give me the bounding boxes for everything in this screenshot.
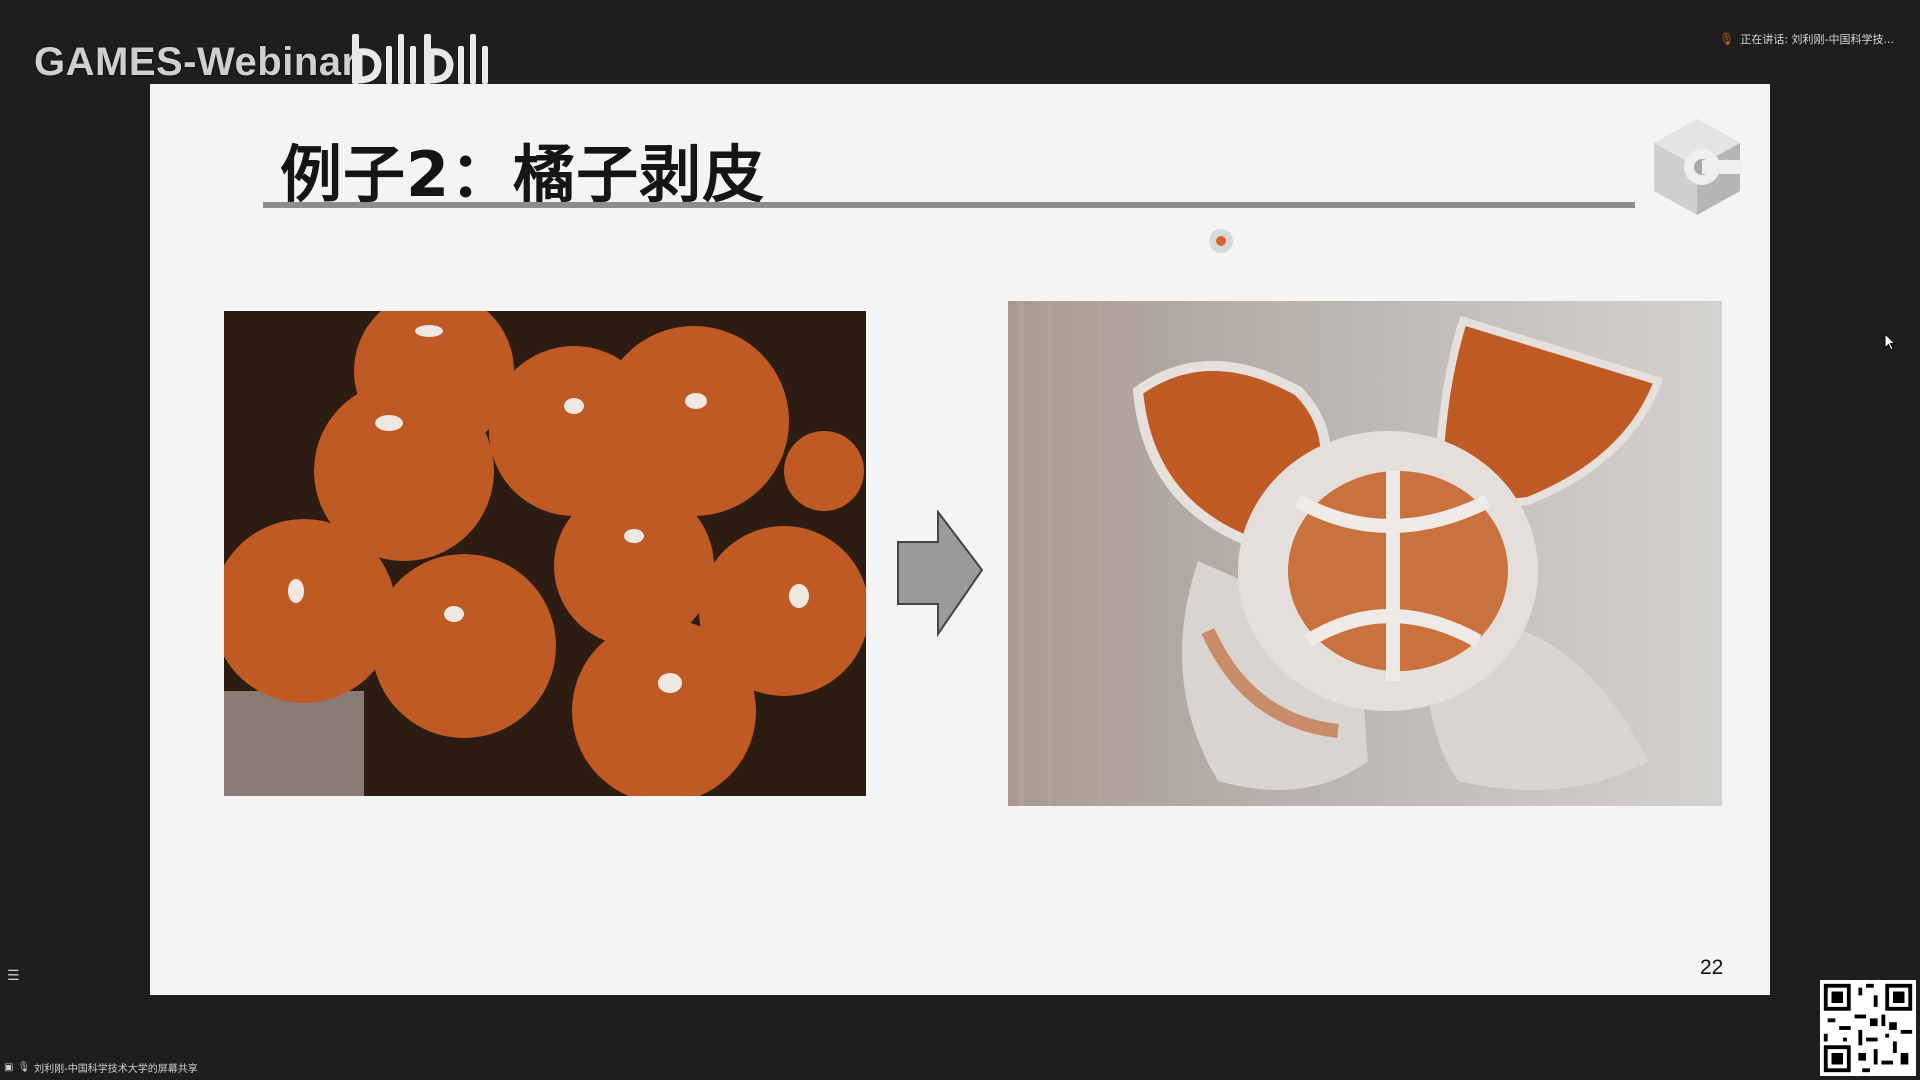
page-number: 22 [1700,956,1724,979]
slide-title: 例子2：橘子剥皮 [280,138,766,211]
screen-share-status: ▣ 🎙 刘利刚-中国科学技术大学的屏幕共享 [4,1060,198,1075]
bilibili-logo [352,34,488,84]
games-logo-icon [1654,119,1742,215]
right-arrow-icon [897,510,984,638]
list-menu-icon[interactable]: ☰ [7,968,20,984]
peeled-orange-photo [1008,301,1722,806]
games-webinar-watermark: GAMES-Webinar [34,40,358,84]
share-mic-icon: 🎙 [17,1062,31,1073]
oranges-photo [224,311,866,796]
laser-pointer-icon [1209,229,1233,253]
mouse-cursor-icon [1884,333,1896,351]
microphone-icon: 🎙 [1719,32,1735,46]
presentation-slide: 例子2：橘子剥皮 22 [150,84,1770,995]
screen-share-icon: ▣ [4,1062,14,1073]
qr-code [1820,980,1916,1076]
speaker-status: 🎙 正在讲话: 刘利刚-中国科学技... [1719,31,1894,47]
screen-share-text: 刘利刚-中国科学技术大学的屏幕共享 [34,1064,198,1075]
title-divider [263,202,1635,208]
speaker-status-text: 正在讲话: 刘利刚-中国科学技... [1740,33,1894,46]
